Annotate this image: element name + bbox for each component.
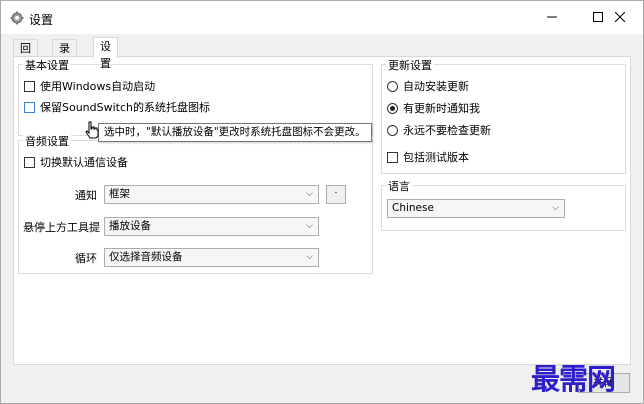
notify-options-button[interactable]: · <box>326 185 346 204</box>
chevron-down-icon: ⌵ <box>306 189 313 199</box>
never-check-radio[interactable]: 永远不要检查更新 <box>387 122 491 138</box>
hover-tooltip-select[interactable]: 播放设备 ⌵ <box>104 217 319 236</box>
cycle-select-value: 仅选择音频设备 <box>109 251 183 263</box>
checkbox-box <box>387 151 398 163</box>
keep-tray-icon-label: 保留SoundSwitch的系统托盘图标 <box>40 101 211 114</box>
tab-recording[interactable]: 录音 <box>52 39 77 72</box>
cycle-select[interactable]: 仅选择音频设备 ⌵ <box>104 248 319 267</box>
update-settings-label: 更新设置 <box>386 57 434 73</box>
include-beta-checkbox[interactable]: 包括测试版本 <box>387 149 469 165</box>
keep-tray-icon-checkbox[interactable]: 保留SoundSwitch的系统托盘图标 <box>24 99 210 115</box>
notify-on-update-label: 有更新时通知我 <box>403 102 480 115</box>
close-icon <box>615 12 625 22</box>
radio-circle-selected <box>387 102 398 114</box>
hover-tooltip-label: 悬停上方工具提 <box>23 221 100 234</box>
switch-comm-device-label: 切换默认通信设备 <box>40 156 128 169</box>
never-check-label: 永远不要检查更新 <box>403 124 491 137</box>
radio-circle <box>387 80 398 92</box>
audio-settings-label: 音频设置 <box>23 133 71 149</box>
title-bar: 设置 <box>1 1 643 34</box>
minimize-icon <box>547 16 557 18</box>
language-select[interactable]: Chinese ⌵ <box>387 199 565 218</box>
hover-tooltip-select-value: 播放设备 <box>109 220 151 232</box>
hand-cursor-icon <box>85 121 99 142</box>
start-with-windows-checkbox[interactable]: 使用Windows自动启动 <box>24 78 155 94</box>
checkbox-box <box>24 101 35 113</box>
cycle-label: 循环 <box>75 252 97 265</box>
gear-icon <box>10 11 24 25</box>
chevron-down-icon: ⌵ <box>552 203 559 213</box>
settings-window: 设置 回放 录音 设置 基本设置 使用Windows自动启动 保留SoundSw… <box>0 0 644 404</box>
language-select-value: Chinese <box>392 202 434 214</box>
start-with-windows-label: 使用Windows自动启动 <box>40 80 156 93</box>
checkbox-box <box>24 80 35 92</box>
radio-circle <box>387 124 398 136</box>
language-label: 语言 <box>386 178 412 194</box>
tab-playback[interactable]: 回放 <box>13 39 38 72</box>
notify-select[interactable]: 框架 ⌵ <box>104 185 319 204</box>
chevron-down-icon: ⌵ <box>306 252 313 262</box>
notify-on-update-radio[interactable]: 有更新时通知我 <box>387 100 480 116</box>
minimize-button[interactable] <box>529 1 575 33</box>
notify-select-value: 框架 <box>109 188 130 200</box>
watermark-logo: 最需网 <box>531 362 616 396</box>
chevron-down-icon: ⌵ <box>306 221 313 231</box>
tab-settings[interactable]: 设置 <box>93 37 118 70</box>
auto-install-radio[interactable]: 自动安装更新 <box>387 78 469 94</box>
switch-comm-device-checkbox[interactable]: 切换默认通信设备 <box>24 154 128 170</box>
tray-icon-tooltip: 选中时，"默认播放设备"更改时系统托盘图标不会更改。 <box>98 123 372 142</box>
basic-settings-label: 基本设置 <box>23 57 71 73</box>
auto-install-label: 自动安装更新 <box>403 80 469 93</box>
close-window-button[interactable] <box>597 1 643 33</box>
include-beta-label: 包括测试版本 <box>403 151 469 164</box>
settings-panel: 基本设置 使用Windows自动启动 保留SoundSwitch的系统托盘图标 … <box>13 56 631 365</box>
window-title: 设置 <box>29 13 54 27</box>
checkbox-box <box>24 156 35 168</box>
notify-label: 通知 <box>75 189 97 202</box>
